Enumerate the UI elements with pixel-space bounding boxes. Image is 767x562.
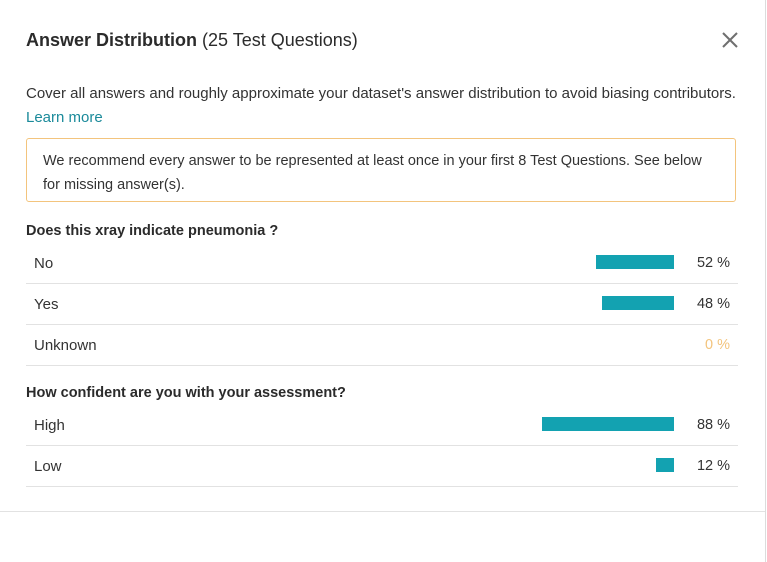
- answer-label: Low: [34, 458, 62, 475]
- distribution-bar: [596, 255, 674, 269]
- recommendation-notice: We recommend every answer to be represen…: [26, 138, 736, 202]
- answer-row: Yes 48 %: [26, 285, 738, 325]
- description-text: Cover all answers and roughly approximat…: [26, 85, 736, 102]
- answer-label: Yes: [34, 296, 59, 313]
- answer-label: High: [34, 417, 65, 434]
- modal-header: Answer Distribution (25 Test Questions): [26, 29, 739, 53]
- answer-label: Unknown: [34, 337, 97, 354]
- modal-title-count: (25 Test Questions): [202, 30, 358, 50]
- answer-percent: 88 %: [696, 417, 730, 433]
- notice-text: We recommend every answer to be represen…: [43, 153, 702, 193]
- modal-title-main: Answer Distribution: [26, 30, 198, 50]
- description: Cover all answers and roughly approximat…: [26, 82, 741, 130]
- answer-row: High 88 %: [26, 406, 738, 446]
- question-title: Does this xray indicate pneumonia ?: [26, 223, 279, 239]
- learn-more-link[interactable]: Learn more: [26, 109, 103, 126]
- answer-label: No: [34, 255, 54, 272]
- answer-row: Low 12 %: [26, 447, 738, 487]
- modal-title: Answer Distribution (25 Test Questions): [26, 29, 739, 51]
- distribution-bar: [602, 296, 674, 310]
- answer-distribution-modal: Answer Distribution (25 Test Questions) …: [0, 0, 766, 562]
- answer-percent: 48 %: [696, 296, 730, 312]
- close-icon: [722, 32, 738, 48]
- answer-percent: 12 %: [696, 458, 730, 474]
- distribution-bar: [656, 458, 674, 472]
- close-button[interactable]: [719, 29, 741, 51]
- question-title: How confident are you with your assessme…: [26, 385, 346, 401]
- answer-row: No 52 %: [26, 244, 738, 284]
- answer-percent: 52 %: [696, 255, 730, 271]
- answer-row: Unknown 0 %: [26, 326, 738, 366]
- distribution-bar: [542, 417, 674, 431]
- answer-percent: 0 %: [705, 337, 730, 353]
- footer-divider: [0, 511, 765, 512]
